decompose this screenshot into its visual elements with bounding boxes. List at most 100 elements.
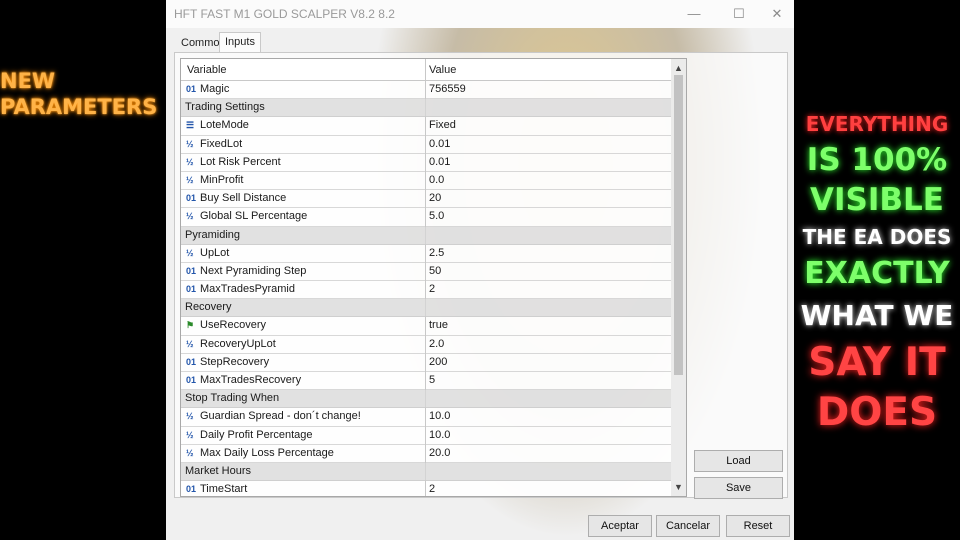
- parameter-value[interactable]: 0.01: [429, 138, 450, 150]
- bool-type-icon: ⚑: [186, 320, 195, 331]
- parameter-value[interactable]: 2: [429, 283, 435, 295]
- promo-right-line: SAY IT: [808, 340, 946, 385]
- section-row: Trading Settings: [181, 99, 671, 118]
- parameter-value[interactable]: 2: [429, 483, 435, 495]
- scroll-up-icon[interactable]: ▲: [671, 61, 686, 75]
- parameter-row[interactable]: 01 Magic 756559: [181, 81, 671, 100]
- parameter-row[interactable]: ½ MinProfit 0.0: [181, 172, 671, 191]
- parameter-rows: 01 Magic 756559 Trading Settings ☰ LoteMode Fi…: [181, 81, 671, 496]
- parameter-value[interactable]: 756559: [429, 83, 466, 95]
- parameter-row[interactable]: ½ Guardian Spread - don´t change! 10.0: [181, 408, 671, 427]
- promo-left-line: NEW: [0, 69, 56, 93]
- integer-type-icon: 01: [186, 356, 197, 367]
- minimize-icon[interactable]: —: [681, 4, 707, 24]
- parameter-value[interactable]: 0.0: [429, 174, 444, 186]
- parameter-name: Lot Risk Percent: [200, 155, 281, 168]
- section-row: Pyramiding: [181, 226, 671, 245]
- parameter-value[interactable]: 10.0: [429, 410, 450, 422]
- accept-button[interactable]: Aceptar: [588, 515, 652, 537]
- section-row: Stop Trading When: [181, 390, 671, 409]
- save-button[interactable]: Save: [694, 477, 783, 499]
- promo-right-line: DOES: [816, 390, 938, 435]
- double-type-icon: ½: [186, 174, 194, 185]
- cancel-button[interactable]: Cancelar: [656, 515, 720, 537]
- enum-type-icon: ☰: [186, 120, 195, 131]
- parameter-name: FixedLot: [200, 137, 243, 150]
- double-type-icon: ½: [186, 156, 194, 167]
- integer-type-icon: 01: [186, 193, 197, 204]
- parameter-value[interactable]: 20.0: [429, 447, 450, 459]
- parameter-row[interactable]: 01 StepRecovery 200: [181, 354, 671, 372]
- parameter-name: LoteMode: [200, 119, 249, 132]
- double-type-icon: ½: [186, 211, 194, 222]
- parameter-row[interactable]: ½ Daily Profit Percentage 10.0: [181, 427, 671, 445]
- promo-left-line: PARAMETERS: [0, 95, 158, 119]
- reset-button[interactable]: Reset: [726, 515, 790, 537]
- parameter-value[interactable]: 0.01: [429, 156, 450, 168]
- promo-right-text: EVERYTHING IS 100% VISIBLE THE EA DOES E…: [794, 108, 960, 438]
- parameter-row[interactable]: 01 Buy Sell Distance 20: [181, 190, 671, 209]
- vertical-scrollbar[interactable]: ▲ ▼: [671, 59, 686, 496]
- parameter-row[interactable]: ½ Lot Risk Percent 0.01: [181, 154, 671, 172]
- tab-inputs[interactable]: Inputs: [219, 32, 261, 53]
- promo-right-line: EXACTLY: [804, 256, 950, 291]
- parameter-row[interactable]: ½ Max Daily Loss Percentage 20.0: [181, 445, 671, 463]
- parameter-row[interactable]: 01 MaxTradesPyramid 2: [181, 281, 671, 300]
- parameter-name: Magic: [200, 83, 230, 95]
- parameter-name: StepRecovery: [200, 355, 270, 368]
- section-row: Recovery: [181, 299, 671, 318]
- parameter-value[interactable]: 2.5: [429, 247, 444, 259]
- promo-left-text: NEW PARAMETERS: [0, 68, 168, 120]
- parameter-value[interactable]: 50: [429, 265, 441, 277]
- parameter-name: Buy Sell Distance: [200, 192, 287, 205]
- parameter-row[interactable]: ⚑ UseRecovery true: [181, 317, 671, 336]
- parameter-name: Daily Profit Percentage: [200, 428, 313, 441]
- parameter-value[interactable]: 10.0: [429, 429, 450, 441]
- parameter-name: Max Daily Loss Percentage: [200, 446, 334, 459]
- parameter-name: Guardian Spread - don´t change!: [200, 410, 361, 423]
- parameter-name: MaxTradesRecovery: [200, 374, 302, 386]
- parameter-row[interactable]: ½ Global SL Percentage 5.0: [181, 208, 671, 227]
- window-title: HFT FAST M1 GOLD SCALPER V8.2 8.2: [174, 7, 395, 21]
- parameter-value[interactable]: 2.0: [429, 338, 444, 350]
- promo-right-line: THE EA DOES: [802, 225, 952, 249]
- parameter-row[interactable]: ☰ LoteMode Fixed: [181, 117, 671, 136]
- parameter-row[interactable]: ½ RecoveryUpLot 2.0: [181, 336, 671, 354]
- integer-type-icon: 01: [186, 265, 197, 276]
- column-header-variable[interactable]: Variable: [187, 64, 227, 76]
- parameter-value[interactable]: 20: [429, 192, 441, 204]
- parameter-value[interactable]: 5.0: [429, 210, 444, 222]
- parameter-row[interactable]: 01 Next Pyramiding Step 50: [181, 263, 671, 282]
- section-row: Market Hours: [181, 462, 671, 482]
- scroll-thumb[interactable]: [674, 75, 683, 375]
- integer-type-icon: 01: [186, 375, 197, 385]
- section-label: Recovery: [185, 301, 232, 314]
- parameter-row[interactable]: ½ FixedLot 0.01: [181, 136, 671, 154]
- parameter-value[interactable]: Fixed: [429, 119, 456, 131]
- double-type-icon: ½: [186, 138, 194, 149]
- promo-right-line: IS 100%: [806, 142, 948, 178]
- section-label: Stop Trading When: [185, 392, 280, 405]
- parameter-row[interactable]: 01 TimeStart 2: [181, 481, 671, 496]
- parameter-value[interactable]: 5: [429, 374, 435, 386]
- maximize-icon[interactable]: ☐: [726, 4, 752, 24]
- integer-type-icon: 01: [186, 484, 197, 495]
- parameter-name: Next Pyramiding Step: [200, 264, 307, 277]
- double-type-icon: ½: [186, 411, 194, 422]
- input-parameters-dialog: HFT FAST M1 GOLD SCALPER V8.2 8.2 — ☐ ✕ …: [166, 0, 794, 540]
- scroll-down-icon[interactable]: ▼: [671, 480, 686, 494]
- parameter-row[interactable]: ½ UpLot 2.5: [181, 245, 671, 263]
- column-header-value[interactable]: Value: [429, 64, 456, 76]
- parameter-value[interactable]: true: [429, 319, 448, 331]
- section-label: Market Hours: [185, 464, 252, 477]
- load-button[interactable]: Load: [694, 450, 783, 472]
- integer-type-icon: 01: [186, 284, 197, 295]
- parameter-name: Global SL Percentage: [200, 210, 308, 223]
- parameter-row[interactable]: 01 MaxTradesRecovery 5: [181, 372, 671, 391]
- section-label: Pyramiding: [185, 228, 241, 241]
- close-icon[interactable]: ✕: [764, 4, 790, 24]
- parameter-name: UseRecovery: [200, 319, 267, 332]
- double-type-icon: ½: [186, 338, 194, 349]
- promo-right-line: EVERYTHING: [805, 112, 949, 136]
- parameter-value[interactable]: 200: [429, 356, 447, 368]
